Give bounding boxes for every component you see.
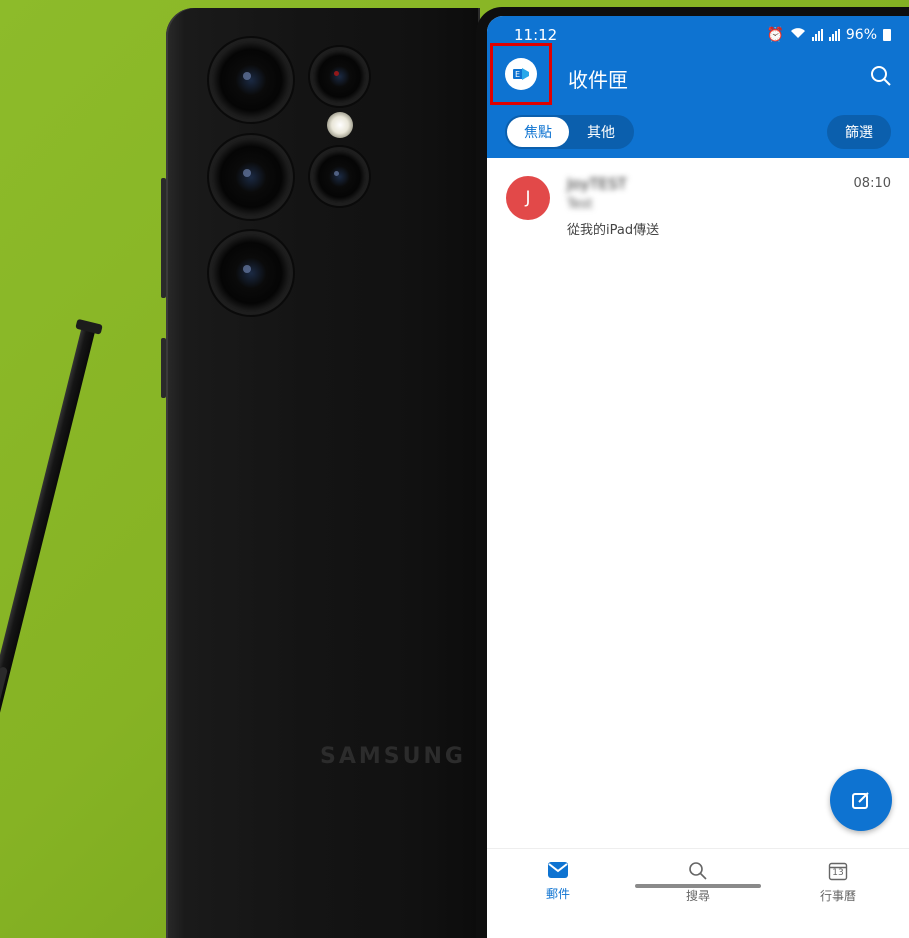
app-bar: 11:12 ⏰ 96% E 收件匣 焦點 其他 篩選	[487, 16, 909, 158]
battery-percent: 96%	[845, 27, 877, 43]
nav-calendar-label: 行事曆	[819, 889, 856, 903]
avatar: J	[506, 176, 550, 220]
list-item[interactable]: J JoyTEST Test 從我的iPad傳送 08:10	[487, 158, 909, 244]
bottom-navigation: 郵件 搜尋 13 行事曆	[487, 848, 909, 938]
signal-icon	[811, 29, 823, 41]
s-pen-clip	[75, 318, 103, 335]
message-sender: JoyTEST	[567, 175, 627, 193]
calendar-day: 13	[832, 868, 844, 878]
battery-icon	[883, 29, 891, 41]
samsung-logo: SAMSUNG	[320, 744, 466, 769]
compose-icon	[852, 792, 869, 809]
nav-calendar[interactable]: 13 行事曆	[793, 861, 883, 904]
s-pen-button	[0, 666, 9, 713]
focus-tabs: 焦點 其他	[505, 115, 634, 149]
status-time: 11:12	[514, 26, 558, 44]
nav-mail-label: 郵件	[545, 887, 570, 901]
svg-text:E: E	[515, 70, 520, 79]
camera-lens-laser	[313, 50, 366, 103]
power-button	[161, 338, 166, 398]
message-subject: Test	[567, 197, 593, 212]
status-bar: 11:12 ⏰ 96%	[514, 24, 891, 46]
phone-back	[161, 8, 480, 938]
camera-lens-main	[212, 138, 290, 216]
s-pen	[0, 318, 103, 931]
camera-lens-wide	[212, 41, 290, 119]
camera-lens-periscope	[212, 234, 290, 312]
outlook-exchange-icon: E	[505, 58, 537, 90]
home-indicator	[635, 884, 761, 888]
tab-other[interactable]: 其他	[575, 117, 627, 147]
mail-icon	[548, 862, 568, 878]
alarm-icon: ⏰	[766, 27, 784, 43]
compose-button[interactable]	[830, 769, 892, 831]
signal-icon-2	[828, 29, 840, 41]
nav-search-label: 搜尋	[685, 889, 710, 903]
page-title: 收件匣	[568, 68, 628, 92]
message-time: 08:10	[853, 176, 891, 191]
outlook-screen: 11:12 ⏰ 96% E 收件匣 焦點 其他 篩選 J JoyTEST Tes…	[487, 16, 909, 938]
volume-button	[161, 178, 166, 298]
search-icon	[689, 862, 707, 880]
nav-search[interactable]: 搜尋	[653, 861, 743, 904]
camera-flash	[327, 112, 353, 138]
tab-focused[interactable]: 焦點	[507, 117, 569, 147]
account-switcher-button[interactable]: E	[490, 43, 552, 105]
search-button[interactable]	[869, 64, 893, 88]
calendar-icon: 13	[828, 861, 848, 881]
camera-lens-tele	[313, 150, 366, 203]
nav-mail[interactable]: 郵件	[513, 861, 603, 902]
message-preview: 從我的iPad傳送	[567, 223, 660, 238]
wifi-icon	[790, 27, 806, 43]
status-icons: ⏰ 96%	[766, 27, 891, 43]
search-icon	[871, 66, 891, 86]
filter-button[interactable]: 篩選	[827, 115, 891, 149]
